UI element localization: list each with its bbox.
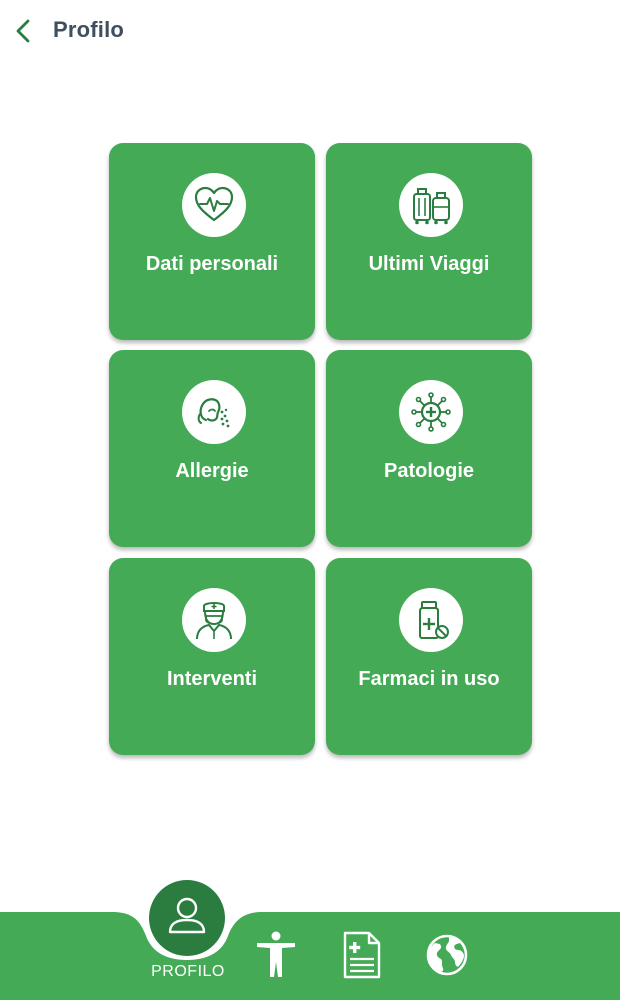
tile-patologie[interactable]: Patologie [326,350,532,547]
bottom-navigation-bar [0,912,620,1000]
tile-label: Dati personali [145,253,279,275]
surgeon-icon [196,602,232,640]
world-nav-button[interactable] [425,930,471,980]
tile-icon-circle [399,173,463,237]
medical-document-icon [343,931,381,979]
tile-label: Patologie [383,460,474,482]
profile-nav-label: PROFILO [151,963,225,980]
tile-allergie[interactable]: Allergie [109,350,315,547]
tile-label: Ultimi Viaggi [368,253,490,275]
header: Profilo [0,0,620,62]
globe-icon [426,934,468,976]
medicine-bottle-icon [419,601,449,639]
virus-icon [411,392,451,432]
user-icon [168,897,206,934]
chevron-left-icon [16,19,30,43]
profile-nav-button[interactable] [149,880,225,956]
tile-farmaci-in-uso[interactable]: Farmaci in uso [326,558,532,755]
heart-pulse-icon [194,186,234,222]
tile-icon-circle [399,588,463,652]
tile-icon-circle [182,588,246,652]
back-button[interactable] [10,16,38,46]
document-nav-button[interactable] [339,930,385,980]
tile-label: Interventi [166,668,258,690]
tile-ultimi-viaggi[interactable]: Ultimi Viaggi [326,143,532,340]
body-nav-button[interactable] [253,930,299,980]
tile-icon-circle [182,380,246,444]
human-body-icon [257,931,295,977]
tile-label: Allergie [175,460,249,482]
tile-label: Farmaci in uso [358,668,500,690]
tile-icon-circle [399,380,463,444]
luggage-icon [413,188,450,225]
tile-dati-personali[interactable]: Dati personali [109,143,315,340]
page-title: Profilo [53,17,125,42]
tile-icon-circle [182,173,246,237]
sneeze-allergy-icon [197,398,230,428]
tile-interventi[interactable]: Interventi [109,558,315,755]
